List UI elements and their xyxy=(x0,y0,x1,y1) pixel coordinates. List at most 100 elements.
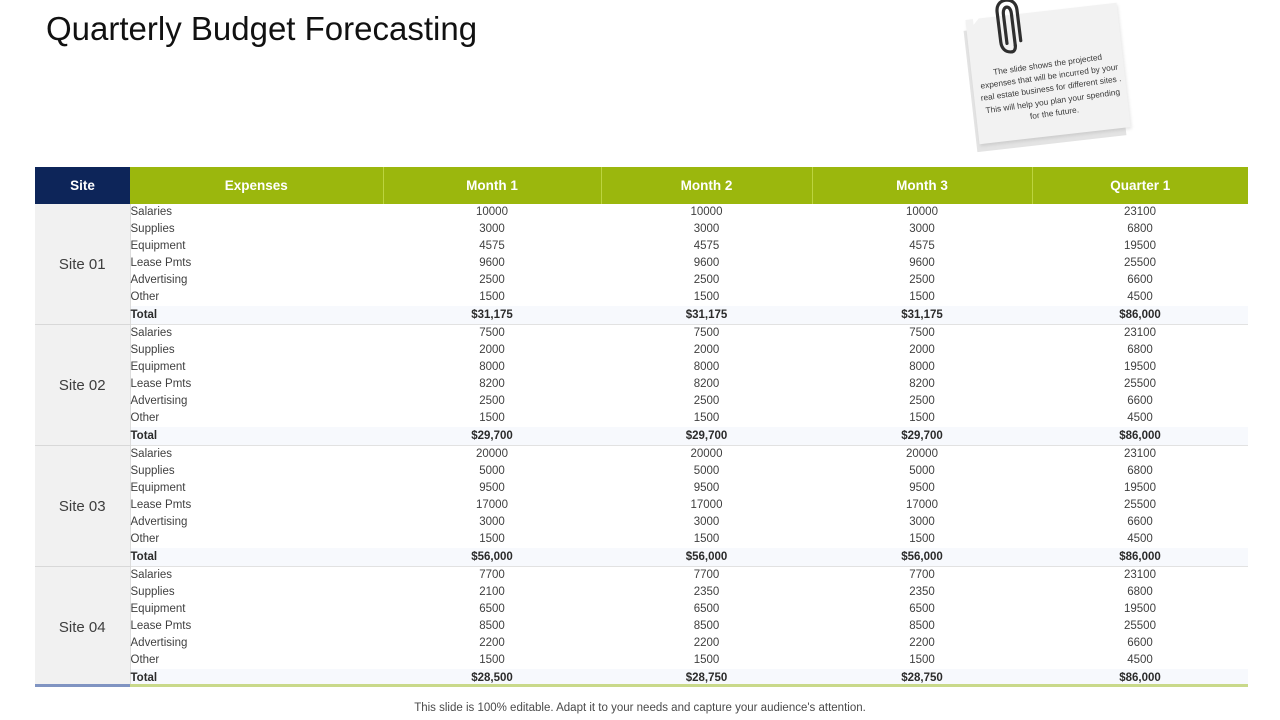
table-total-row[interactable]: Total $29,700 $29,700 $29,700 $86,000 xyxy=(35,427,1248,446)
quarter-1-value: 25500 xyxy=(1124,378,1156,390)
month-3-value: 8000 xyxy=(909,361,935,373)
table-row[interactable]: Lease Pmts 9600 9600 9600 25500 xyxy=(35,255,1248,272)
month-3-value: 2350 xyxy=(909,586,935,598)
quarter-1-value: 4500 xyxy=(1127,533,1153,545)
month-1-value: 7700 xyxy=(479,569,505,581)
expense-label: Advertising xyxy=(130,637,188,649)
month-3-value: 2500 xyxy=(909,274,935,286)
table-total-row[interactable]: Total $31,175 $31,175 $31,175 $86,000 xyxy=(35,306,1248,325)
expense-label: Supplies xyxy=(130,223,175,235)
table-row[interactable]: Advertising 2200 2200 2200 6600 xyxy=(35,635,1248,652)
month-3-value: 2200 xyxy=(909,637,935,649)
table-row[interactable]: Advertising 2500 2500 2500 6600 xyxy=(35,272,1248,289)
expense-label: Equipment xyxy=(130,240,186,252)
table-row[interactable]: Equipment 9500 9500 9500 19500 xyxy=(35,480,1248,497)
quarter-1-value: 6600 xyxy=(1127,274,1153,286)
total-label: Total xyxy=(130,427,383,446)
site-label-cell: Site 01 xyxy=(35,204,131,325)
table-row[interactable]: Site 03 Salaries 20000 20000 20000 23100 xyxy=(35,445,1248,567)
quarter-1-value: 6800 xyxy=(1127,344,1153,356)
quarterly-budget-table: Site Expenses Month 1 Month 2 Month 3 Qu… xyxy=(35,167,1248,687)
footer-note: This slide is 100% editable. Adapt it to… xyxy=(414,702,866,714)
table-row[interactable]: Other 1500 1500 1500 4500 xyxy=(35,531,1248,548)
table-row[interactable]: Lease Pmts 17000 17000 17000 25500 xyxy=(35,497,1248,514)
month-2-value: 8500 xyxy=(693,620,720,632)
table-row[interactable]: Site 02 Salaries 7500 7500 7500 23100 xyxy=(35,324,1248,446)
month-1-value: 9600 xyxy=(479,257,505,269)
table-row[interactable]: Site 01 Salaries 10000 10000 10000 23100 xyxy=(35,204,1248,325)
table-row[interactable]: Other 1500 1500 1500 4500 xyxy=(35,652,1248,669)
page-title: Quarterly Budget Forecasting xyxy=(46,10,478,47)
column-header-month-3[interactable]: Month 3 xyxy=(811,167,1032,204)
month-1-value: 9500 xyxy=(479,482,505,494)
table-row[interactable]: Site 04 Salaries 7700 7700 7700 23100 xyxy=(35,566,1248,687)
month-2-value: 9500 xyxy=(693,482,720,494)
table-body: Site 01 Salaries 10000 10000 10000 23100… xyxy=(35,204,1248,687)
quarter-1-value: 6800 xyxy=(1127,586,1153,598)
month-1-value: 2500 xyxy=(479,274,505,286)
month-1-value: 20000 xyxy=(476,448,508,460)
quarter-1-value: 19500 xyxy=(1124,603,1156,615)
quarter-1-value: 6800 xyxy=(1127,223,1153,235)
table-row[interactable]: Advertising 3000 3000 3000 6600 xyxy=(35,514,1248,531)
total-month-2: $56,000 xyxy=(601,548,812,567)
table-row[interactable]: Advertising 2500 2500 2500 6600 xyxy=(35,393,1248,410)
month-1-value: 3000 xyxy=(479,223,505,235)
quarter-1-value: 25500 xyxy=(1124,620,1156,632)
expense-label: Salaries xyxy=(130,569,173,581)
expense-label: Lease Pmts xyxy=(130,620,192,632)
table-row[interactable]: Lease Pmts 8200 8200 8200 25500 xyxy=(35,376,1248,393)
table-row[interactable]: Supplies 2100 2350 2350 6800 xyxy=(35,584,1248,601)
column-header-expenses[interactable]: Expenses xyxy=(130,167,383,204)
table-row[interactable]: Other 1500 1500 1500 4500 xyxy=(35,410,1248,427)
quarter-1-value: 19500 xyxy=(1124,482,1156,494)
month-3-value: 8200 xyxy=(909,378,935,390)
expense-label: Lease Pmts xyxy=(130,499,192,511)
month-2-value: 5000 xyxy=(693,465,720,477)
month-3-value: 9600 xyxy=(909,257,935,269)
sticky-note: The slide shows the projected expenses t… xyxy=(956,0,1146,153)
month-3-value: 8500 xyxy=(909,620,935,632)
quarter-1-value: 4500 xyxy=(1127,412,1153,424)
table-row[interactable]: Equipment 6500 6500 6500 19500 xyxy=(35,601,1248,618)
month-3-value: 4575 xyxy=(909,240,935,252)
month-1-value: 3000 xyxy=(479,516,505,528)
table-row[interactable]: Supplies 5000 5000 5000 6800 xyxy=(35,463,1248,480)
table-row[interactable]: Other 1500 1500 1500 4500 xyxy=(35,289,1248,306)
column-header-month-1[interactable]: Month 1 xyxy=(382,167,601,204)
column-header-site[interactable]: Site xyxy=(35,167,130,204)
expense-label: Other xyxy=(130,654,160,666)
column-header-quarter-1[interactable]: Quarter 1 xyxy=(1031,167,1248,204)
table-row[interactable]: Equipment 8000 8000 8000 19500 xyxy=(35,359,1248,376)
month-2-value: 6500 xyxy=(693,603,720,615)
quarter-1-value: 23100 xyxy=(1124,569,1156,581)
table-row[interactable]: Supplies 2000 2000 2000 6800 xyxy=(35,342,1248,359)
month-2-value: 7700 xyxy=(693,569,720,581)
table-row[interactable]: Supplies 3000 3000 3000 6800 xyxy=(35,221,1248,238)
quarter-1-value: 4500 xyxy=(1127,654,1153,666)
expense-label: Salaries xyxy=(130,206,173,218)
table-header-row: Site Expenses Month 1 Month 2 Month 3 Qu… xyxy=(35,167,1248,204)
month-1-value: 7500 xyxy=(479,327,505,339)
month-2-value: 8200 xyxy=(693,378,720,390)
month-3-value: 1500 xyxy=(909,291,935,303)
total-month-2: $31,175 xyxy=(601,306,812,325)
month-2-value: 9600 xyxy=(693,257,720,269)
table-total-row[interactable]: Total $56,000 $56,000 $56,000 $86,000 xyxy=(35,548,1248,567)
expense-label: Supplies xyxy=(130,344,175,356)
quarter-1-value: 19500 xyxy=(1124,240,1156,252)
table-row[interactable]: Equipment 4575 4575 4575 19500 xyxy=(35,238,1248,255)
table-row[interactable]: Lease Pmts 8500 8500 8500 25500 xyxy=(35,618,1248,635)
month-3-value: 1500 xyxy=(909,533,935,545)
month-3-value: 10000 xyxy=(906,206,938,218)
month-1-value: 1500 xyxy=(479,412,505,424)
month-2-value: 2000 xyxy=(693,344,720,356)
column-header-month-2[interactable]: Month 2 xyxy=(600,167,812,204)
quarter-1-value: 23100 xyxy=(1124,327,1156,339)
month-1-value: 6500 xyxy=(479,603,505,615)
month-3-value: 1500 xyxy=(909,654,935,666)
total-month-2: $29,700 xyxy=(601,427,812,446)
month-1-value: 17000 xyxy=(476,499,508,511)
month-2-value: 2350 xyxy=(693,586,720,598)
month-2-value: 10000 xyxy=(690,206,723,218)
